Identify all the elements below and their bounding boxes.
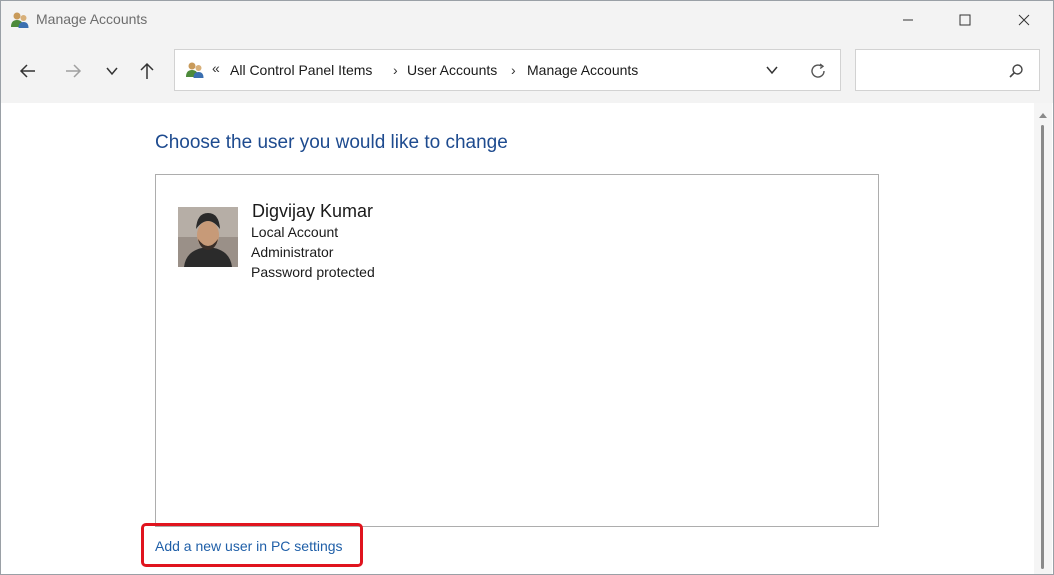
vertical-scrollbar[interactable] — [1034, 103, 1052, 574]
forward-button[interactable] — [61, 59, 85, 83]
breadcrumb-separator[interactable]: › — [511, 62, 516, 78]
title-bar[interactable]: Manage Accounts — [1, 1, 1053, 39]
search-icon — [1007, 62, 1025, 80]
scrollbar-thumb[interactable] — [1041, 125, 1044, 569]
window-title: Manage Accounts — [36, 11, 148, 27]
refresh-icon — [811, 63, 825, 78]
search-box[interactable] — [855, 49, 1040, 91]
account-type: Local Account — [251, 224, 339, 240]
breadcrumb-all-control-panel-items[interactable]: All Control Panel Items — [230, 62, 372, 78]
user-accounts-icon — [185, 60, 205, 80]
up-button[interactable] — [135, 59, 159, 83]
maximize-button[interactable] — [940, 1, 990, 39]
breadcrumb-separator[interactable]: › — [393, 62, 398, 78]
accounts-list: Digvijay Kumar Local Account Administrat… — [155, 174, 879, 527]
chevron-down-icon — [106, 67, 118, 76]
add-new-user-link[interactable]: Add a new user in PC settings — [155, 538, 343, 554]
back-button[interactable] — [16, 59, 40, 83]
manage-accounts-window: Manage Accounts « All Control Panel Item… — [0, 0, 1054, 575]
close-icon — [1018, 14, 1030, 26]
avatar[interactable] — [178, 207, 238, 267]
breadcrumb-manage-accounts[interactable]: Manage Accounts — [527, 62, 638, 78]
page-heading: Choose the user you would like to change — [155, 132, 508, 153]
user-accounts-icon — [10, 10, 30, 30]
account-password-status: Password protected — [251, 264, 375, 280]
breadcrumb-overflow-button[interactable]: « — [212, 60, 220, 76]
chevron-down-icon — [766, 66, 778, 75]
maximize-icon — [959, 14, 971, 26]
minimize-button[interactable] — [883, 1, 933, 39]
address-history-dropdown[interactable] — [762, 60, 782, 80]
breadcrumb-user-accounts[interactable]: User Accounts — [407, 62, 497, 78]
account-tile[interactable]: Digvijay Kumar Local Account Administrat… — [178, 199, 498, 289]
back-arrow-icon — [19, 64, 35, 78]
scroll-up-icon[interactable] — [1038, 111, 1048, 119]
refresh-button[interactable] — [807, 60, 829, 82]
account-name[interactable]: Digvijay Kumar — [252, 201, 373, 222]
minimize-icon — [903, 19, 913, 21]
navigation-bar: « All Control Panel Items › User Account… — [1, 39, 1053, 103]
forward-arrow-icon — [66, 64, 82, 78]
account-role: Administrator — [251, 244, 334, 260]
recent-locations-button[interactable] — [100, 59, 124, 83]
up-arrow-icon — [140, 62, 154, 79]
close-button[interactable] — [999, 1, 1049, 39]
address-bar[interactable]: « All Control Panel Items › User Account… — [174, 49, 841, 91]
